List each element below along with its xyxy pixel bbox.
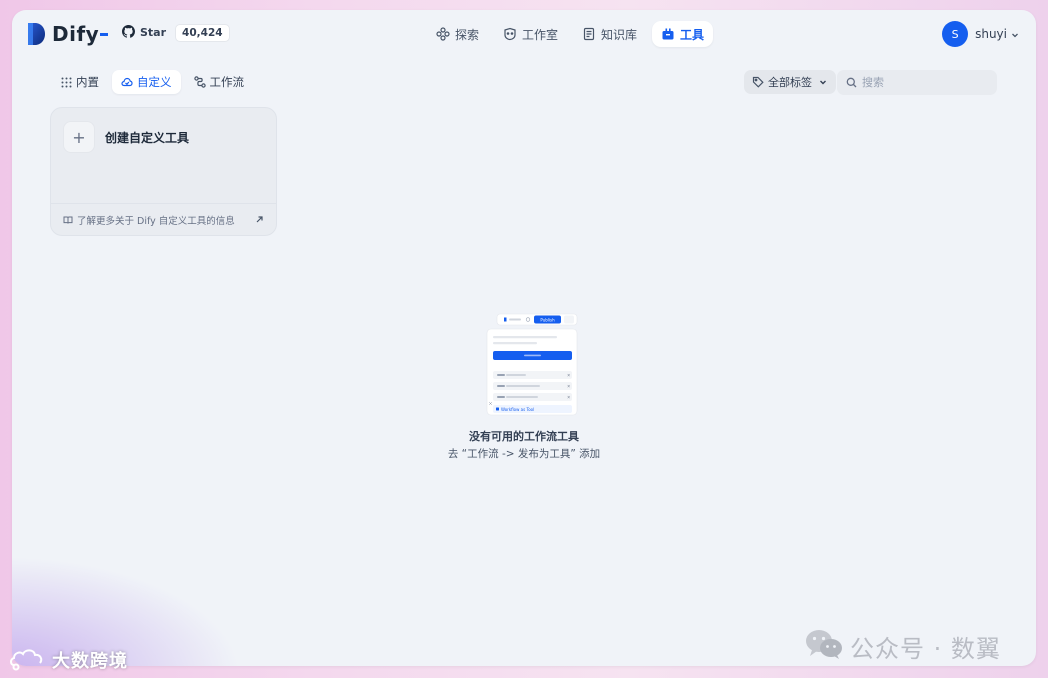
- top-header: Dify Star 40,424 探索 工作室 知识库 工具 S shuyi: [12, 10, 1036, 60]
- app-window: Dify Star 40,424 探索 工作室 知识库 工具 S shuyi 内…: [12, 10, 1036, 666]
- grid-icon: [61, 77, 72, 88]
- nav-explore-label: 探索: [455, 27, 480, 42]
- create-tool-title: 创建自定义工具: [105, 130, 190, 145]
- explore-icon: [436, 27, 450, 41]
- github-icon: [122, 23, 136, 42]
- svg-text:×: ×: [567, 395, 570, 400]
- tab-custom[interactable]: 自定义: [112, 70, 181, 94]
- nav-studio[interactable]: 工作室: [494, 21, 567, 47]
- nav-tools-label: 工具: [680, 27, 705, 42]
- wechat-watermark-text: 公众号 · 数翼: [850, 634, 1001, 663]
- wechat-watermark: 公众号 · 数翼: [804, 628, 1001, 664]
- learn-more-text: 了解更多关于 Dify 自定义工具的信息: [77, 215, 235, 227]
- chevron-down-icon: [818, 77, 828, 87]
- brand-name: Dify: [52, 22, 100, 46]
- dify-logo[interactable]: Dify: [26, 22, 109, 46]
- chevron-down-icon: [1010, 25, 1020, 44]
- knowledge-icon: [582, 27, 596, 41]
- brand-watermark-text: 大数跨境: [52, 651, 128, 672]
- tool-type-tabs: 内置 自定义 工作流: [52, 70, 257, 94]
- tag-icon: [752, 76, 764, 88]
- illus-publish-label: Publish: [540, 317, 555, 322]
- user-menu[interactable]: S shuyi: [942, 21, 1020, 47]
- star-label: Star: [140, 26, 167, 39]
- create-custom-tool-card[interactable]: + 创建自定义工具 了解更多关于 Dify 自定义工具的信息: [50, 107, 277, 236]
- svg-text:×: ×: [567, 373, 570, 378]
- empty-state-illustration: Publish × × × Workflow as Tool: [475, 311, 579, 417]
- tools-icon: [661, 27, 675, 41]
- svg-text:×: ×: [567, 384, 570, 389]
- nav-tools[interactable]: 工具: [652, 21, 714, 47]
- tab-workflow[interactable]: 工作流: [185, 70, 254, 94]
- learn-more-link[interactable]: 了解更多关于 Dify 自定义工具的信息: [51, 203, 276, 235]
- studio-icon: [503, 27, 517, 41]
- wechat-icon: [804, 628, 844, 664]
- custom-icon: [121, 76, 133, 88]
- workflow-icon: [193, 76, 206, 88]
- plus-icon: +: [63, 121, 95, 153]
- dify-logo-icon: [26, 22, 46, 46]
- search-icon: [846, 73, 857, 92]
- tag-filter-label: 全部标签: [768, 76, 812, 89]
- nav-knowledge[interactable]: 知识库: [573, 21, 646, 47]
- book-icon: [63, 215, 73, 225]
- cloud-logo-icon: [8, 645, 48, 675]
- avatar: S: [942, 21, 969, 47]
- github-star[interactable]: Star 40,424: [122, 23, 230, 42]
- nav-studio-label: 工作室: [522, 27, 559, 42]
- empty-state-title: 没有可用的工作流工具: [469, 430, 579, 443]
- tab-workflow-label: 工作流: [209, 75, 245, 89]
- tab-builtin[interactable]: 内置: [52, 70, 108, 94]
- create-tool-header[interactable]: + 创建自定义工具: [63, 121, 189, 153]
- empty-state-description: 去 “工作流 -> 发布为工具” 添加: [447, 448, 601, 460]
- brand-underscore: [100, 32, 109, 36]
- tab-custom-label: 自定义: [137, 75, 172, 89]
- star-count: 40,424: [175, 23, 230, 42]
- username: shuyi: [975, 27, 1007, 41]
- tag-filter-dropdown[interactable]: 全部标签: [744, 70, 836, 94]
- search-input[interactable]: [862, 76, 992, 89]
- brand-watermark: 大数跨境: [8, 645, 128, 675]
- main-nav: 探索 工作室 知识库 工具: [427, 21, 719, 47]
- nav-knowledge-label: 知识库: [601, 27, 638, 42]
- illus-tool-label: Workflow as Tool: [501, 407, 534, 412]
- external-arrow-icon: [255, 215, 264, 224]
- nav-explore[interactable]: 探索: [427, 21, 488, 47]
- search-box[interactable]: [837, 70, 997, 95]
- tab-builtin-label: 内置: [76, 75, 99, 89]
